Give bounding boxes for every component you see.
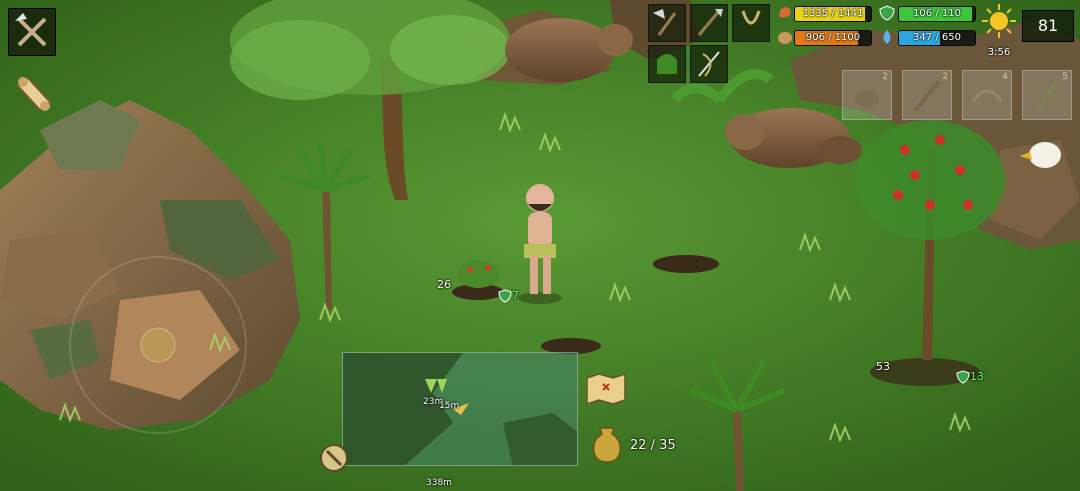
- minimap-label-bottom: 338m: [426, 478, 452, 488]
- equipment-slot-spear[interactable]: [690, 4, 728, 42]
- equipment-slot-hat[interactable]: [648, 45, 686, 83]
- craft-slot-count: 2: [942, 72, 948, 82]
- treasure-map-icon: [586, 372, 626, 406]
- cancel-button[interactable]: [318, 442, 350, 474]
- shield-icon: [956, 370, 970, 384]
- pouch-icon: [592, 427, 622, 463]
- day-clock: 3:56: [980, 2, 1018, 60]
- hunger-text: 906 / 1100: [805, 32, 861, 43]
- minimap-label-near2: 15m: [439, 401, 460, 411]
- crossed-tools-icon: [15, 13, 47, 47]
- equipment-slot-sling[interactable]: [732, 4, 770, 42]
- bush-count-label: 26: [437, 278, 451, 291]
- equipment-slot-axe[interactable]: [648, 4, 686, 42]
- health-icon: [776, 4, 794, 22]
- berry-bush: [456, 260, 500, 288]
- sling-icon: [741, 10, 761, 25]
- minimap-terrain: [343, 353, 577, 465]
- health-text: 1335 / 1441: [802, 8, 864, 19]
- tree-count-label: 53: [876, 360, 890, 373]
- craft-menu-button[interactable]: [8, 8, 56, 56]
- hunger-bar: 906 / 1100: [794, 30, 872, 46]
- tree-shield-value: 13: [970, 370, 984, 383]
- day-counter-value: 81: [1037, 16, 1059, 35]
- needle-icon: [698, 51, 720, 77]
- craft-slot-count: 5: [1062, 72, 1068, 82]
- shield-icon: [498, 289, 512, 303]
- cancel-icon: [320, 444, 348, 472]
- armor-icon: [878, 4, 896, 22]
- craft-slot-stick[interactable]: 2: [902, 70, 952, 120]
- map-button[interactable]: [583, 370, 629, 406]
- scroll-button[interactable]: [10, 70, 56, 116]
- inventory-button[interactable]: [590, 422, 624, 464]
- thirst-text: 347 / 650: [913, 32, 961, 43]
- minimap[interactable]: 23m 15m: [342, 352, 578, 466]
- craft-slot-branch[interactable]: 5: [1022, 70, 1072, 120]
- axe-icon: [653, 9, 677, 36]
- craft-slot-rope[interactable]: 4: [962, 70, 1012, 120]
- craft-slot-count: 2: [882, 72, 888, 82]
- bush-shield-value: 7: [512, 289, 519, 302]
- inventory-capacity: 22 / 35: [630, 438, 676, 453]
- craft-slot-rock[interactable]: 2: [842, 70, 892, 120]
- day-counter: 81: [1022, 10, 1074, 42]
- spear-icon: [697, 9, 723, 36]
- scroll-icon: [16, 76, 52, 112]
- armor-bar: 106 / 110: [898, 6, 976, 22]
- health-bar: 1335 / 1441: [794, 6, 872, 22]
- hunger-icon: [776, 28, 794, 46]
- clock-time: 3:56: [987, 47, 1011, 58]
- equipment-slot-needle[interactable]: [690, 45, 728, 83]
- hat-icon: [657, 54, 677, 74]
- sun-icon: [982, 4, 1016, 38]
- armor-text: 106 / 110: [913, 8, 961, 19]
- water-drop-icon: [878, 28, 896, 46]
- craft-slot-count: 4: [1002, 72, 1008, 82]
- thirst-bar: 347 / 650: [898, 30, 976, 46]
